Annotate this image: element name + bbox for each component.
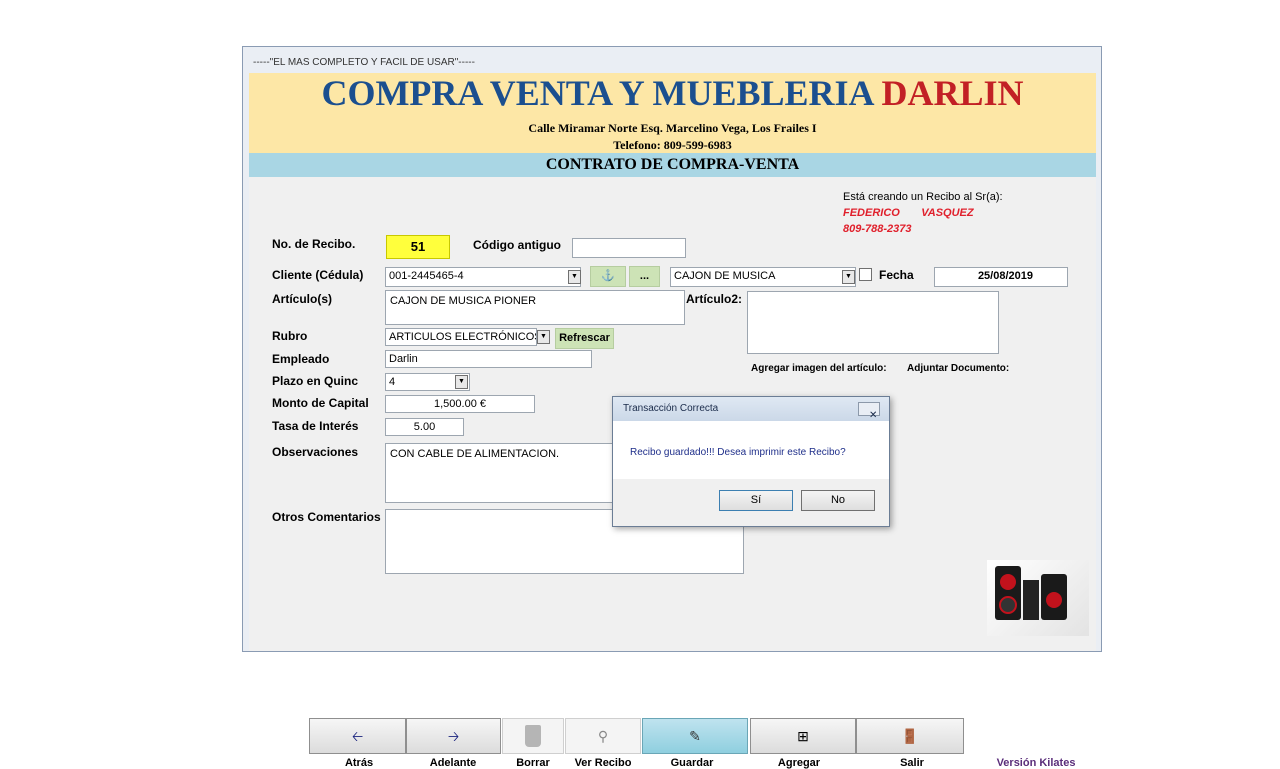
ver-recibo-button[interactable]: ⚲ xyxy=(565,718,641,754)
cliente-cedula-field[interactable]: 001-2445465-4 xyxy=(385,267,581,287)
rubro-label: Rubro xyxy=(272,329,308,343)
brand-accent: DARLIN xyxy=(881,73,1024,113)
ver-recibo-label: Ver Recibo xyxy=(574,757,632,769)
guardar-button[interactable]: ✎ xyxy=(642,718,748,754)
main-window: -----"EL MAS COMPLETO Y FACIL DE USAR"--… xyxy=(242,46,1102,769)
otros-comentarios-label: Otros Comentarios xyxy=(272,510,381,524)
cliente-label: Cliente (Cédula) xyxy=(272,268,364,282)
dialog-title: Transacción Correcta xyxy=(623,403,719,414)
company-phone: Telefono: 809-599-6983 xyxy=(613,138,732,152)
client-phone: 809-788-2373 xyxy=(843,223,912,235)
refrescar-button[interactable]: Refrescar xyxy=(555,328,614,349)
adelante-button[interactable]: 🡢 xyxy=(406,718,501,754)
plazo-dropdown-arrow[interactable]: ▼ xyxy=(455,375,468,389)
agregar-label: Agregar xyxy=(777,757,821,769)
cliente-dropdown-arrow[interactable]: ▼ xyxy=(568,270,581,284)
company-address: Calle Miramar Norte Esq. Marcelino Vega,… xyxy=(528,121,817,135)
client-search-icon: ⚓ xyxy=(601,270,615,282)
brand-title: COMPRA VENTA Y MUEBLERIA DARLIN xyxy=(249,73,1096,113)
arrow-left-icon: 🡠 xyxy=(351,728,364,744)
rubro-dropdown-arrow[interactable]: ▼ xyxy=(537,330,550,344)
articulos-label: Artículo(s) xyxy=(272,292,332,306)
magnifier-icon: ⚲ xyxy=(597,728,609,744)
fecha-field[interactable]: 25/08/2019 xyxy=(934,267,1068,287)
codigo-antiguo-input[interactable] xyxy=(572,238,686,258)
guardar-label: Guardar xyxy=(670,757,714,769)
dialog-body: Recibo guardado!!! Desea imprimir este R… xyxy=(613,421,889,479)
empleado-label: Empleado xyxy=(272,352,330,366)
agregar-button[interactable]: ⊞ xyxy=(750,718,856,754)
arrow-right-icon: 🡢 xyxy=(447,728,460,744)
fecha-checkbox[interactable] xyxy=(859,268,872,281)
rubro-select[interactable]: ARTICULOS ELECTRÓNICOS xyxy=(385,328,537,346)
adjuntar-documento-label: Adjuntar Documento: xyxy=(907,363,1010,374)
atras-label: Atrás xyxy=(344,757,374,769)
monto-label: Monto de Capital xyxy=(272,396,369,410)
dialog-message: Recibo guardado!!! Desea imprimir este R… xyxy=(630,447,846,458)
agregar-imagen-label: Agregar imagen del artículo: xyxy=(751,363,887,374)
article-dropdown-arrow[interactable]: ▼ xyxy=(842,270,855,284)
articulo2-label: Artículo2: xyxy=(686,292,743,306)
creating-receipt-text: Está creando un Recibo al Sr(a): xyxy=(843,191,1003,203)
monto-input[interactable]: 1,500.00 € xyxy=(385,395,535,413)
brand-main: COMPRA VENTA Y MUEBLERIA xyxy=(321,73,882,113)
save-icon: ✎ xyxy=(689,728,701,744)
article-select[interactable]: CAJON DE MUSICA xyxy=(670,267,856,287)
dialog-no-button[interactable]: No xyxy=(801,490,875,511)
salir-button[interactable]: 🚪 xyxy=(856,718,964,754)
fecha-label: Fecha xyxy=(879,268,914,282)
recibo-number-field[interactable]: 51 xyxy=(386,235,450,259)
version-label: Versión Kilates xyxy=(996,757,1076,769)
tasa-input[interactable]: 5.00 xyxy=(385,418,464,436)
codigo-antiguo-label: Código antiguo xyxy=(473,238,561,252)
borrar-button[interactable] xyxy=(502,718,564,754)
add-record-icon: ⊞ xyxy=(797,728,809,744)
search-client-button[interactable]: ⚓ xyxy=(590,266,626,287)
window-title: -----"EL MAS COMPLETO Y FACIL DE USAR"--… xyxy=(253,57,475,68)
articulo2-textarea[interactable] xyxy=(747,291,999,354)
dialog-close-button[interactable]: ✕ xyxy=(858,402,880,421)
contract-banner: CONTRATO DE COMPRA-VENTA xyxy=(249,153,1096,177)
plazo-label: Plazo en Quinc xyxy=(272,374,359,388)
atras-button[interactable]: 🡠 xyxy=(309,718,406,754)
trash-icon xyxy=(525,725,541,747)
exit-door-icon: 🚪 xyxy=(901,728,919,744)
confirmation-dialog: Transacción Correcta ✕ Recibo guardado!!… xyxy=(612,396,890,527)
empleado-input[interactable]: Darlin xyxy=(385,350,592,368)
observaciones-label: Observaciones xyxy=(272,445,359,459)
ellipsis-button[interactable]: ... xyxy=(629,266,660,287)
company-address-block: Calle Miramar Norte Esq. Marcelino Vega,… xyxy=(249,120,1096,154)
recibo-label: No. de Recibo. xyxy=(272,237,356,251)
tasa-label: Tasa de Interés xyxy=(272,419,359,433)
salir-label: Salir xyxy=(900,757,924,769)
articulos-textarea[interactable]: CAJON DE MUSICA PIONER xyxy=(385,290,685,325)
client-name: FEDERICO VASQUEZ xyxy=(843,207,974,219)
product-image xyxy=(987,560,1089,636)
dialog-yes-button[interactable]: Sí xyxy=(719,490,793,511)
dialog-titlebar: Transacción Correcta ✕ xyxy=(613,397,889,421)
